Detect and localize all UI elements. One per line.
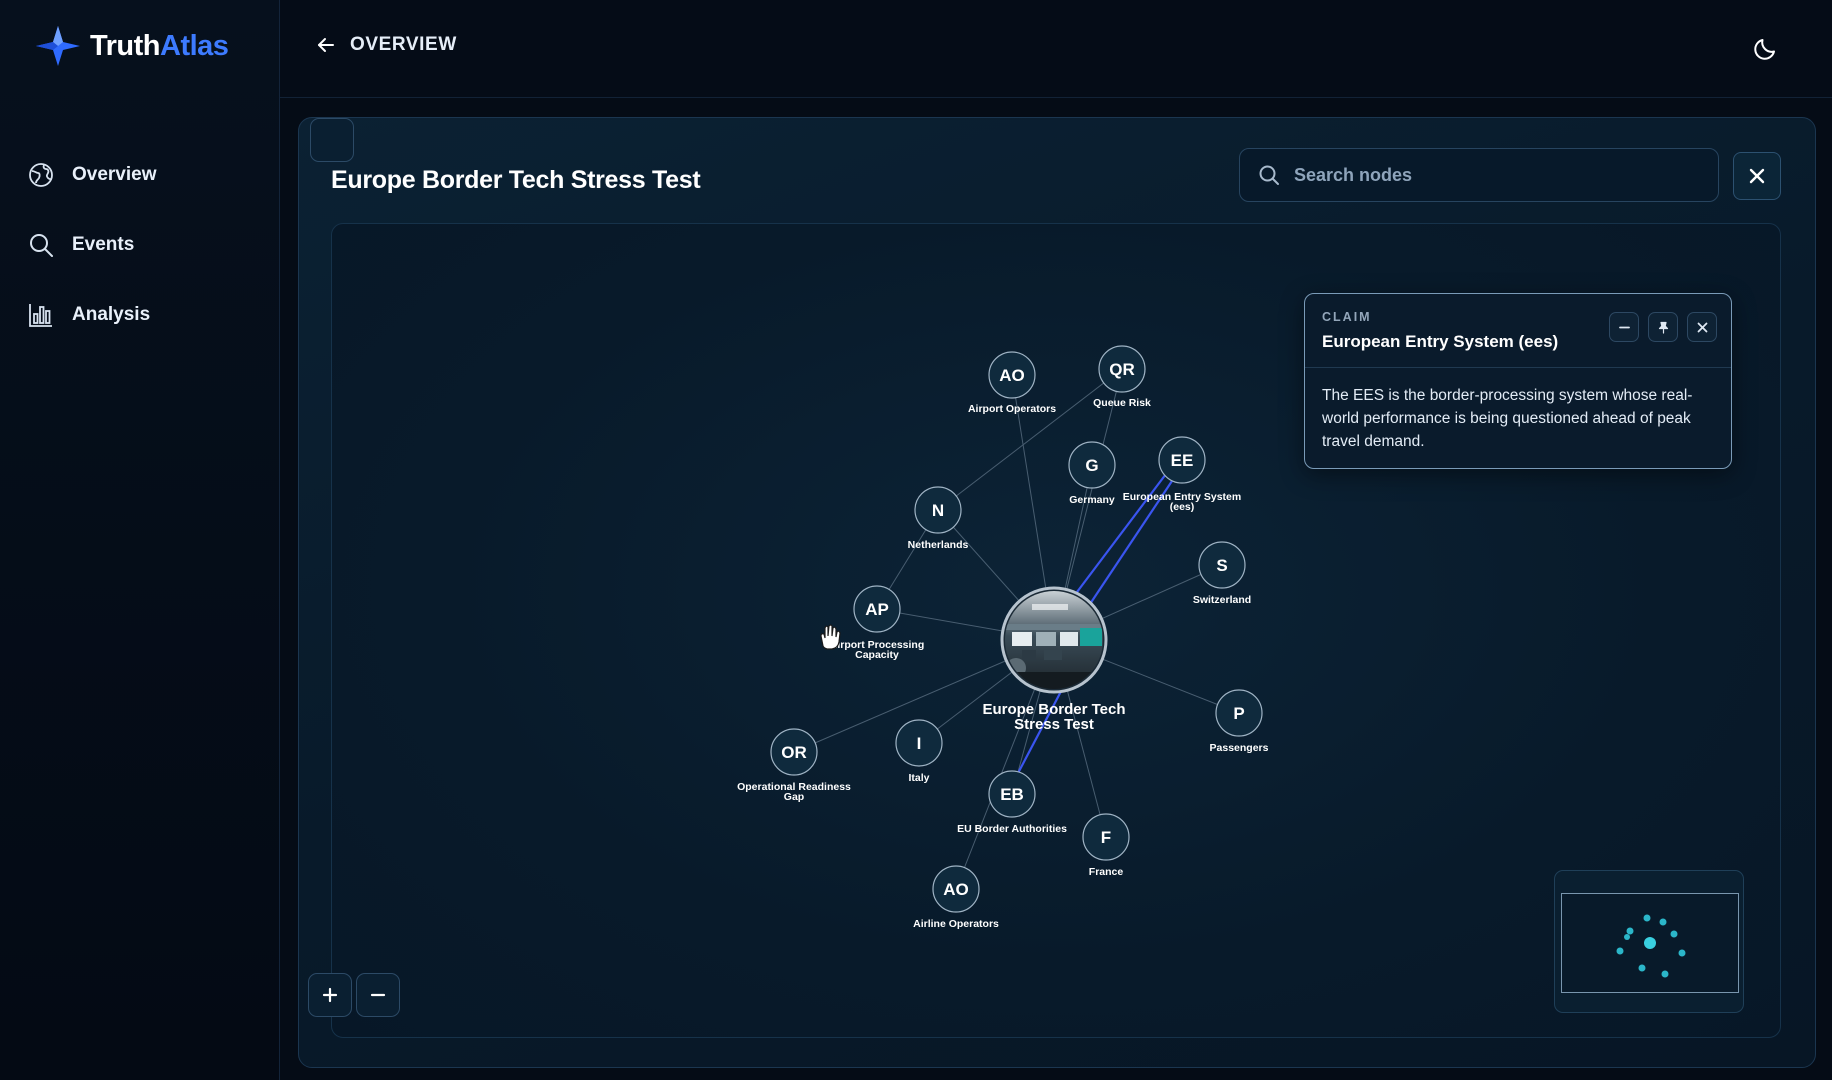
close-icon — [1749, 168, 1765, 184]
app-name-part2: Atlas — [160, 29, 229, 62]
sidebar-item-overview[interactable]: Overview — [28, 140, 157, 210]
graph-node-label: Passengers — [1210, 742, 1269, 754]
graph-node-abbr: OR — [781, 743, 807, 762]
minimap-viewport[interactable] — [1561, 893, 1739, 993]
graph-node-n[interactable]: N Netherlands — [908, 486, 969, 551]
claim-actions — [1609, 312, 1717, 342]
logo-star-icon — [36, 26, 80, 66]
sidebar-nav: Overview Events Analysis — [28, 140, 157, 350]
graph-node-ao2[interactable]: AO Airline Operators — [913, 865, 999, 930]
close-icon — [1697, 322, 1707, 332]
graph-node-label: Italy — [908, 772, 929, 784]
close-button[interactable] — [1733, 152, 1781, 200]
graph-node-or[interactable]: OROperational ReadinessGap — [737, 728, 851, 803]
graph-node-abbr: AO — [943, 880, 969, 899]
sidebar-item-events[interactable]: Events — [28, 210, 157, 280]
graph-node-label: Airport Operators — [968, 403, 1056, 415]
graph-node-abbr: N — [932, 501, 944, 520]
claim-panel: CLAIM European Entry System (ees) The EE… — [1304, 293, 1732, 469]
graph-node-label: Netherlands — [908, 539, 969, 551]
graph-node-ao1[interactable]: AO Airport Operators — [968, 351, 1056, 415]
arrow-left-icon — [318, 38, 334, 52]
claim-kicker: CLAIM — [1322, 310, 1372, 324]
app-name: TruthAtlas — [90, 29, 229, 63]
claim-pin-button[interactable] — [1648, 312, 1678, 342]
graph-node-eb[interactable]: EB EU Border Authorities — [957, 770, 1067, 835]
graph-node-abbr: EE — [1171, 451, 1194, 470]
graph-node-s[interactable]: S Switzerland — [1193, 541, 1251, 606]
graph-node-abbr: QR — [1109, 360, 1135, 379]
claim-title: European Entry System (ees) — [1322, 332, 1559, 351]
graph-node-ee[interactable]: EEEuropean Entry System(ees) — [1123, 436, 1241, 513]
globe-icon — [29, 163, 53, 187]
pin-icon — [1658, 321, 1668, 334]
center-node[interactable]: Europe Border Tech Stress Test — [982, 586, 1126, 733]
graph-node-p[interactable]: P Passengers — [1210, 689, 1269, 754]
claim-close-button[interactable] — [1687, 312, 1717, 342]
graph-node-label: Germany — [1069, 494, 1115, 506]
back-button[interactable]: OVERVIEW — [316, 34, 457, 56]
back-label: OVERVIEW — [350, 34, 457, 55]
sidebar-item-analysis[interactable]: Analysis — [28, 280, 157, 350]
minus-icon — [370, 993, 386, 997]
search-icon — [1259, 165, 1279, 185]
graph-node-label: France — [1089, 866, 1124, 878]
graph-node-i[interactable]: I Italy — [895, 719, 943, 784]
graph-node-abbr: EB — [1000, 785, 1024, 804]
minimap-graph — [1616, 914, 1686, 978]
graph-node-abbr: AP — [865, 600, 889, 619]
minimap[interactable] — [1554, 870, 1744, 1013]
search-input[interactable] — [1294, 164, 1694, 186]
graph-node-abbr: P — [1233, 704, 1244, 723]
edge-highlight — [1087, 468, 1181, 608]
app-logo[interactable]: TruthAtlas — [32, 24, 229, 68]
graph-node-g[interactable]: G Germany — [1068, 441, 1116, 506]
moon-icon[interactable] — [1752, 34, 1780, 62]
search-icon — [30, 234, 53, 257]
graph-node-label: EU Border Authorities — [957, 823, 1067, 835]
graph-node-label-line2: Gap — [784, 791, 804, 803]
minus-icon — [1618, 326, 1630, 328]
graph-node-abbr: AO — [999, 366, 1025, 385]
graph-node-label-line2: Capacity — [855, 649, 899, 661]
claim-minimize-button[interactable] — [1609, 312, 1639, 342]
graph-node-abbr: G — [1085, 456, 1098, 475]
page-title: Europe Border Tech Stress Test — [331, 166, 701, 194]
top-bar: OVERVIEW — [280, 0, 1832, 98]
graph-node-label: Airline Operators — [913, 918, 999, 930]
graph-node-ap[interactable]: APAirport ProcessingCapacity — [830, 585, 925, 661]
graph-node-label: Switzerland — [1193, 594, 1251, 606]
graph-node-abbr: S — [1216, 556, 1227, 575]
plus-icon — [322, 987, 338, 1003]
sidebar-item-label: Events — [72, 234, 135, 255]
sidebar: TruthAtlas Overview Events Analysis — [0, 0, 280, 1080]
center-node-label-line2: Stress Test — [1014, 716, 1094, 733]
graph-node-qr[interactable]: QR Queue Risk — [1093, 345, 1151, 409]
graph-node-abbr: I — [917, 734, 922, 753]
sidebar-item-label: Analysis — [72, 304, 151, 325]
claim-divider — [1305, 367, 1731, 368]
graph-node-label-line2: (ees) — [1170, 501, 1195, 513]
hand-cursor-icon — [820, 624, 841, 650]
claim-body: The EES is the border-processing system … — [1322, 387, 1693, 450]
app-name-part1: Truth — [90, 29, 161, 62]
graph-node-f[interactable]: F France — [1082, 813, 1130, 878]
zoom-in-button[interactable] — [308, 973, 352, 1017]
sidebar-item-label: Overview — [72, 164, 157, 185]
bar-chart-icon — [29, 304, 52, 327]
graph-node-label: Queue Risk — [1093, 397, 1151, 409]
graph-node-abbr: F — [1101, 828, 1111, 847]
search-box[interactable] — [1239, 148, 1719, 202]
zoom-out-button[interactable] — [356, 973, 400, 1017]
